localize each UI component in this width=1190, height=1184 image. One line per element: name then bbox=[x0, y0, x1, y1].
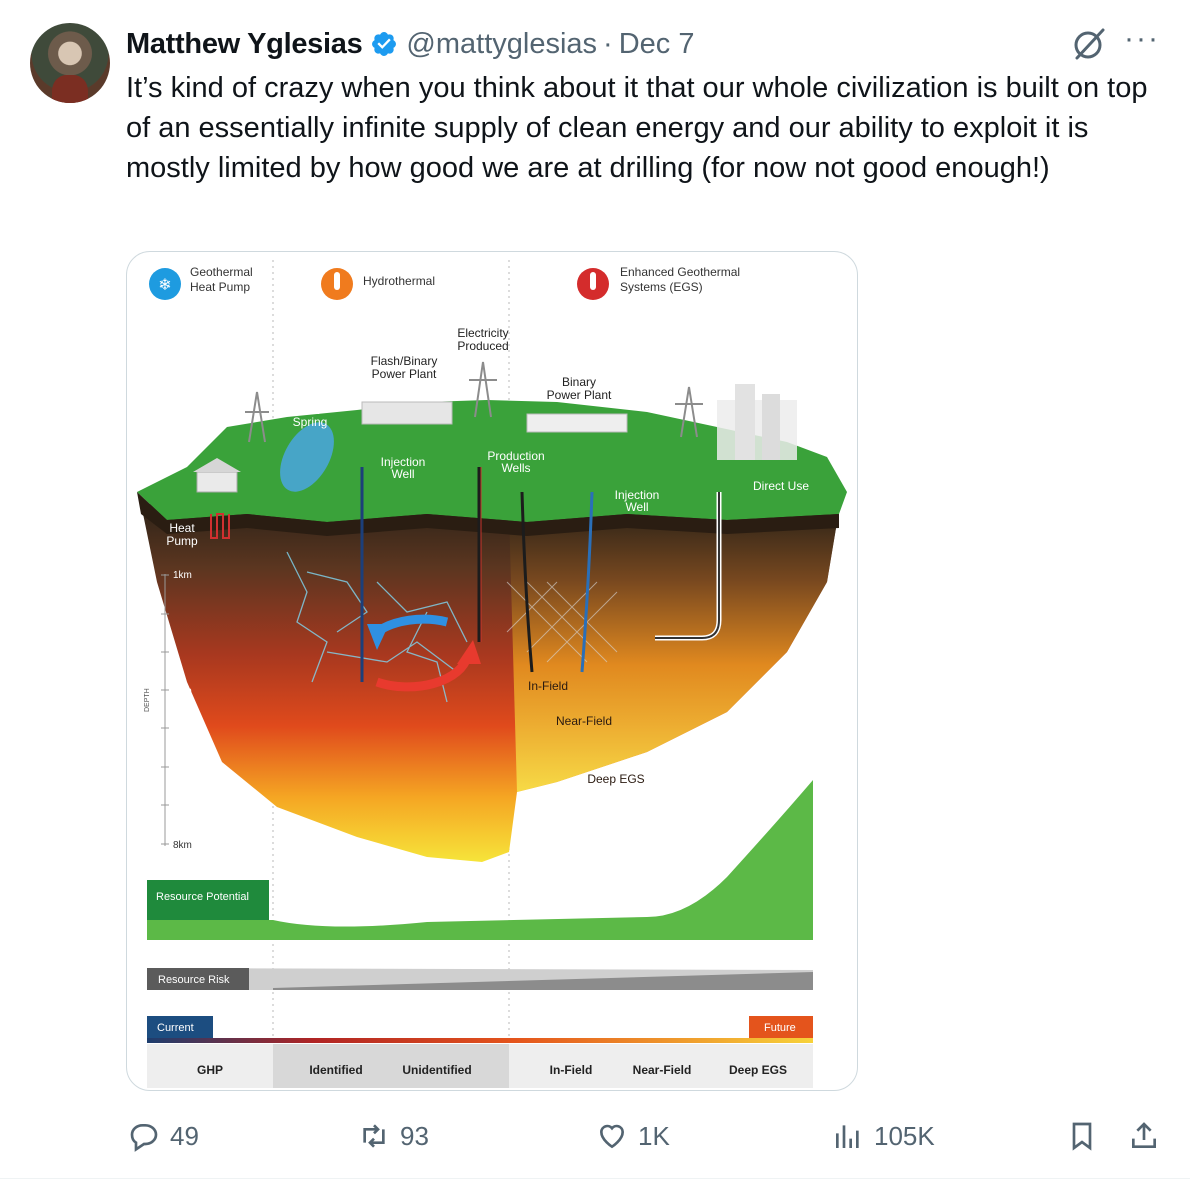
tweet-actions: 49 93 1K 105K bbox=[0, 1110, 1190, 1162]
heart-icon bbox=[599, 1124, 625, 1149]
label-near-field: Near-Field bbox=[556, 714, 612, 728]
label-flash-binary: Flash/Binary Power Plant bbox=[371, 354, 438, 381]
repost-count: 93 bbox=[400, 1120, 429, 1151]
share-icon bbox=[1132, 1122, 1156, 1148]
depth-8km: 8km bbox=[173, 840, 192, 851]
tweet-date[interactable]: Dec 7 bbox=[619, 28, 695, 61]
verified-badge-icon[interactable] bbox=[370, 30, 398, 58]
column-unidentified: Unidentified bbox=[402, 1063, 471, 1077]
resource-potential-label: Resource Potential bbox=[156, 891, 249, 903]
column-identified: Identified bbox=[309, 1063, 362, 1077]
more-icon[interactable]: ··· bbox=[1124, 22, 1160, 56]
like-count: 1K bbox=[638, 1120, 670, 1151]
retweet-icon bbox=[363, 1124, 385, 1148]
bookmark-button[interactable] bbox=[1066, 1110, 1108, 1162]
city-buildings bbox=[717, 400, 797, 460]
category-hydrothermal: Hydrothermal bbox=[363, 274, 435, 288]
house bbox=[196, 471, 238, 493]
divider bbox=[0, 1178, 1190, 1179]
tweet-image[interactable]: ❄ Geothermal Heat Pump Hydrothermal Enha… bbox=[126, 251, 858, 1091]
author-name[interactable]: Matthew Yglesias bbox=[126, 28, 363, 61]
category-ghp: Geothermal Heat Pump bbox=[190, 265, 256, 294]
column-near-field: Near-Field bbox=[633, 1063, 692, 1077]
separator-dot: · bbox=[603, 27, 613, 60]
depth-1km: 1km bbox=[173, 570, 192, 581]
views-count: 105K bbox=[874, 1120, 935, 1151]
label-deep-egs: Deep EGS bbox=[587, 772, 644, 786]
tweet-text: It’s kind of crazy when you think about … bbox=[126, 72, 1148, 184]
reply-icon bbox=[130, 1124, 158, 1152]
geothermal-infographic: ❄ Geothermal Heat Pump Hydrothermal Enha… bbox=[137, 260, 847, 1088]
reply-button[interactable]: 49 bbox=[128, 1110, 199, 1162]
views-button[interactable]: 105K bbox=[832, 1110, 935, 1162]
label-binary-plant: Binary Power Plant bbox=[547, 375, 612, 402]
bookmark-icon bbox=[1072, 1122, 1092, 1151]
column-deep-egs: Deep EGS bbox=[729, 1063, 787, 1077]
svg-text:❄: ❄ bbox=[158, 277, 171, 294]
like-button[interactable]: 1K bbox=[596, 1110, 670, 1162]
column-ghp: GHP bbox=[197, 1063, 223, 1077]
column-in-field: In-Field bbox=[550, 1063, 593, 1077]
label-direct-use: Direct Use bbox=[753, 479, 809, 493]
current-label: Current bbox=[157, 1022, 194, 1034]
label-heat-pump: Heat Pump bbox=[166, 521, 198, 548]
flash-binary-plant bbox=[361, 401, 453, 425]
depth-title: DEPTH bbox=[144, 688, 151, 712]
label-electricity: Electricity Produced bbox=[457, 326, 508, 353]
share-button[interactable] bbox=[1128, 1110, 1170, 1162]
resource-risk-label: Resource Risk bbox=[158, 974, 230, 986]
views-icon bbox=[836, 1125, 859, 1148]
repost-button[interactable]: 93 bbox=[358, 1110, 429, 1162]
future-label: Future bbox=[764, 1022, 796, 1034]
depth-4km: 4km bbox=[173, 686, 192, 697]
author-avatar[interactable] bbox=[30, 23, 110, 103]
reply-count: 49 bbox=[170, 1120, 199, 1151]
tweet-header: Matthew Yglesias @mattyglesias · Dec 7 bbox=[126, 26, 694, 62]
timeline-gradient bbox=[147, 1038, 813, 1043]
author-handle[interactable]: @mattyglesias bbox=[406, 28, 597, 61]
grok-icon[interactable] bbox=[1070, 25, 1108, 63]
binary-plant bbox=[526, 413, 628, 433]
label-in-field: In-Field bbox=[528, 679, 568, 693]
label-hot-spring: Hot Spring bbox=[293, 403, 328, 429]
category-egs: Enhanced Geothermal Systems (EGS) bbox=[620, 265, 743, 294]
